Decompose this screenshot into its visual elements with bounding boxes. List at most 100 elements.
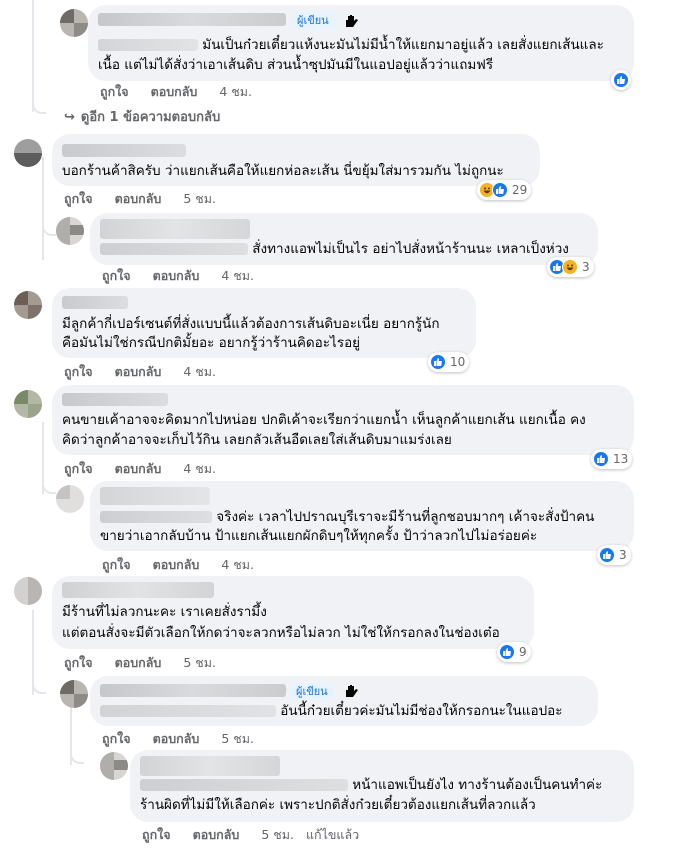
comment-actions: ถูกใจ ตอบกลับ 5 ชม. xyxy=(64,189,238,209)
reply-button[interactable]: ตอบกลับ xyxy=(151,84,198,99)
comment-line: แต่ตอนสั่งจะมีตัวเลือกให้กดว่าจะลวกหรือไ… xyxy=(62,625,500,641)
reply-button[interactable]: ตอบกลับ xyxy=(115,364,162,379)
avatar[interactable] xyxy=(14,577,42,605)
author-name-redacted[interactable] xyxy=(62,296,128,309)
timestamp[interactable]: 4 ชม. xyxy=(183,364,216,379)
reaction-count: 3 xyxy=(582,260,590,274)
reaction-summary[interactable]: 3 xyxy=(597,545,631,565)
reply-button[interactable]: ตอบกลับ xyxy=(153,268,200,283)
author-name-redacted[interactable] xyxy=(100,487,210,505)
reaction-summary[interactable] xyxy=(611,70,631,90)
comment-line: หน้าแอพเป็นยังไง ทางร้านต้องเป็นคนทำค่ะ xyxy=(140,776,602,794)
timestamp[interactable]: 4 ชม. xyxy=(219,84,252,99)
comment-line: มีลูกค้ากี่เปอร์เซนต์ที่สั่งแบบนี้แล้วต้… xyxy=(62,316,440,332)
redacted-mention xyxy=(140,779,348,791)
timestamp[interactable]: 5 ชม. xyxy=(183,655,216,670)
avatar[interactable] xyxy=(56,485,84,513)
redacted-mention xyxy=(100,705,276,717)
comment-bubble: บอกร้านค้าสิครับ ว่าแยกเส้นคือให้แยกห่อล… xyxy=(52,134,540,186)
timestamp[interactable]: 4 ชม. xyxy=(221,557,254,572)
redacted-mention xyxy=(98,39,198,51)
redacted-mention xyxy=(100,243,248,255)
waving-hand-icon xyxy=(346,685,358,697)
reaction-summary[interactable]: 9 xyxy=(497,642,531,662)
avatar[interactable] xyxy=(56,217,84,245)
like-button[interactable]: ถูกใจ xyxy=(64,191,93,206)
comment-bubble: สั่งทางแอพไม่เป็นไร อย่าไปสั่งหน้าร้านนะ… xyxy=(90,213,598,265)
comment-bubble: คนขายเค้าอาจจะคิดมากไปหน่อย ปกติเค้าจะเร… xyxy=(52,385,634,455)
haha-icon xyxy=(562,259,578,275)
comment-bubble: จริงค่ะ เวลาไปปราณบุรีเราจะมีร้านที่ลูกช… xyxy=(90,481,634,551)
timestamp[interactable]: 4 ชม. xyxy=(221,268,254,283)
like-icon xyxy=(499,644,515,660)
comment-line: คือมันไม่ใช่กรณีปกติมั้ยอะ อยากรู้ว่าร้า… xyxy=(62,335,361,351)
author-name-redacted[interactable] xyxy=(100,684,286,697)
author-badge: ผู้เขียน xyxy=(291,12,335,29)
comment-bubble: มีลูกค้ากี่เปอร์เซนต์ที่สั่งแบบนี้แล้วต้… xyxy=(52,288,476,358)
like-button[interactable]: ถูกใจ xyxy=(64,461,93,476)
comment-line: คนขายเค้าอาจจะคิดมากไปหน่อย ปกติเค้าจะเร… xyxy=(62,412,586,428)
author-name-redacted[interactable] xyxy=(62,144,186,157)
reaction-summary[interactable]: 29 xyxy=(477,180,532,200)
redacted-mention xyxy=(100,511,212,523)
comment-line: จริงค่ะ เวลาไปปราณบุรีเราจะมีร้านที่ลูกช… xyxy=(100,508,594,526)
comment-line: มันเป็นก๋วยเตี๋ยวแห้งนะมันไม่มีน้ำให้แยก… xyxy=(98,36,604,54)
reaction-count: 9 xyxy=(519,645,527,659)
reply-arrow-icon: ↪ xyxy=(64,110,75,125)
comment-actions: ถูกใจ ตอบกลับ 5 ชม. xyxy=(102,729,276,749)
comment-actions: ถูกใจ ตอบกลับ 4 ชม. xyxy=(102,266,276,286)
author-name-redacted[interactable] xyxy=(140,756,280,776)
comment-actions: ถูกใจ ตอบกลับ 4 ชม. xyxy=(64,459,238,479)
avatar[interactable] xyxy=(14,291,42,319)
view-more-replies-link[interactable]: ↪ ดูอีก 1 ข้อความตอบกลับ xyxy=(64,106,220,127)
waving-hand-icon xyxy=(346,15,358,27)
timestamp[interactable]: 5 ชม. xyxy=(221,731,254,746)
reply-button[interactable]: ตอบกลับ xyxy=(115,191,162,206)
like-button[interactable]: ถูกใจ xyxy=(102,268,131,283)
timestamp[interactable]: 5 ชม. xyxy=(183,191,216,206)
reply-button[interactable]: ตอบกลับ xyxy=(115,655,162,670)
author-name-redacted[interactable] xyxy=(100,219,250,239)
like-icon xyxy=(599,547,615,563)
comment-actions: ถูกใจ ตอบกลับ 5 ชม. แก้ไขแล้ว xyxy=(142,825,381,845)
comment-bubble: มีร้านที่ไม่ลวกนะคะ เราเคยสั่งรามึ้ง แต่… xyxy=(52,576,534,649)
like-icon xyxy=(593,451,609,467)
reply-button[interactable]: ตอบกลับ xyxy=(153,557,200,572)
avatar[interactable] xyxy=(100,752,128,780)
timestamp[interactable]: 4 ชม. xyxy=(183,461,216,476)
author-name-redacted[interactable] xyxy=(62,582,214,598)
comment-line: สั่งทางแอพไม่เป็นไร อย่าไปสั่งหน้าร้านนะ… xyxy=(100,240,569,258)
reply-button[interactable]: ตอบกลับ xyxy=(115,461,162,476)
like-button[interactable]: ถูกใจ xyxy=(142,827,171,842)
comment-bubble: ผู้เขียน อันนี้ก๋วยเตี๋ยวค่ะมันไม่มีช่อง… xyxy=(90,676,598,726)
author-name-redacted[interactable] xyxy=(62,393,168,406)
reaction-count: 3 xyxy=(619,548,627,562)
like-button[interactable]: ถูกใจ xyxy=(102,557,131,572)
like-button[interactable]: ถูกใจ xyxy=(64,655,93,670)
like-button[interactable]: ถูกใจ xyxy=(100,84,129,99)
thread-line xyxy=(42,157,44,260)
reaction-count: 10 xyxy=(450,355,466,369)
comment-line: เนื้อ แต่ไม่ได้สั่งว่าเอาเส้นดิบ ส่วนน้ำ… xyxy=(98,57,494,73)
like-button[interactable]: ถูกใจ xyxy=(64,364,93,379)
reaction-summary[interactable]: 10 xyxy=(428,352,470,372)
reaction-summary[interactable]: 13 xyxy=(591,449,633,469)
author-name-redacted[interactable] xyxy=(98,13,286,26)
avatar[interactable] xyxy=(60,680,88,708)
reaction-summary[interactable]: 3 xyxy=(547,257,594,277)
comment-line: ร้านผิดที่ไม่มีให้เลือกค่ะ เพราะปกติสั่ง… xyxy=(140,797,536,813)
comment-line: อันนี้ก๋วยเตี๋ยวค่ะมันไม่มีช่องให้กรอกนะ… xyxy=(100,702,563,720)
reaction-count: 13 xyxy=(613,452,629,466)
reply-button[interactable]: ตอบกลับ xyxy=(153,731,200,746)
avatar[interactable] xyxy=(14,390,42,418)
like-button[interactable]: ถูกใจ xyxy=(102,731,131,746)
author-badge: ผู้เขียน xyxy=(290,683,334,700)
comment-actions: ถูกใจ ตอบกลับ 5 ชม. xyxy=(64,653,238,673)
reply-button[interactable]: ตอบกลับ xyxy=(193,827,240,842)
avatar[interactable] xyxy=(14,139,42,167)
reaction-count: 29 xyxy=(512,183,528,197)
timestamp[interactable]: 5 ชม. xyxy=(261,827,294,842)
thread-curve xyxy=(42,480,56,494)
avatar[interactable] xyxy=(60,9,88,37)
comment-line: มีร้านที่ไม่ลวกนะคะ เราเคยสั่งรามึ้ง xyxy=(62,604,267,620)
